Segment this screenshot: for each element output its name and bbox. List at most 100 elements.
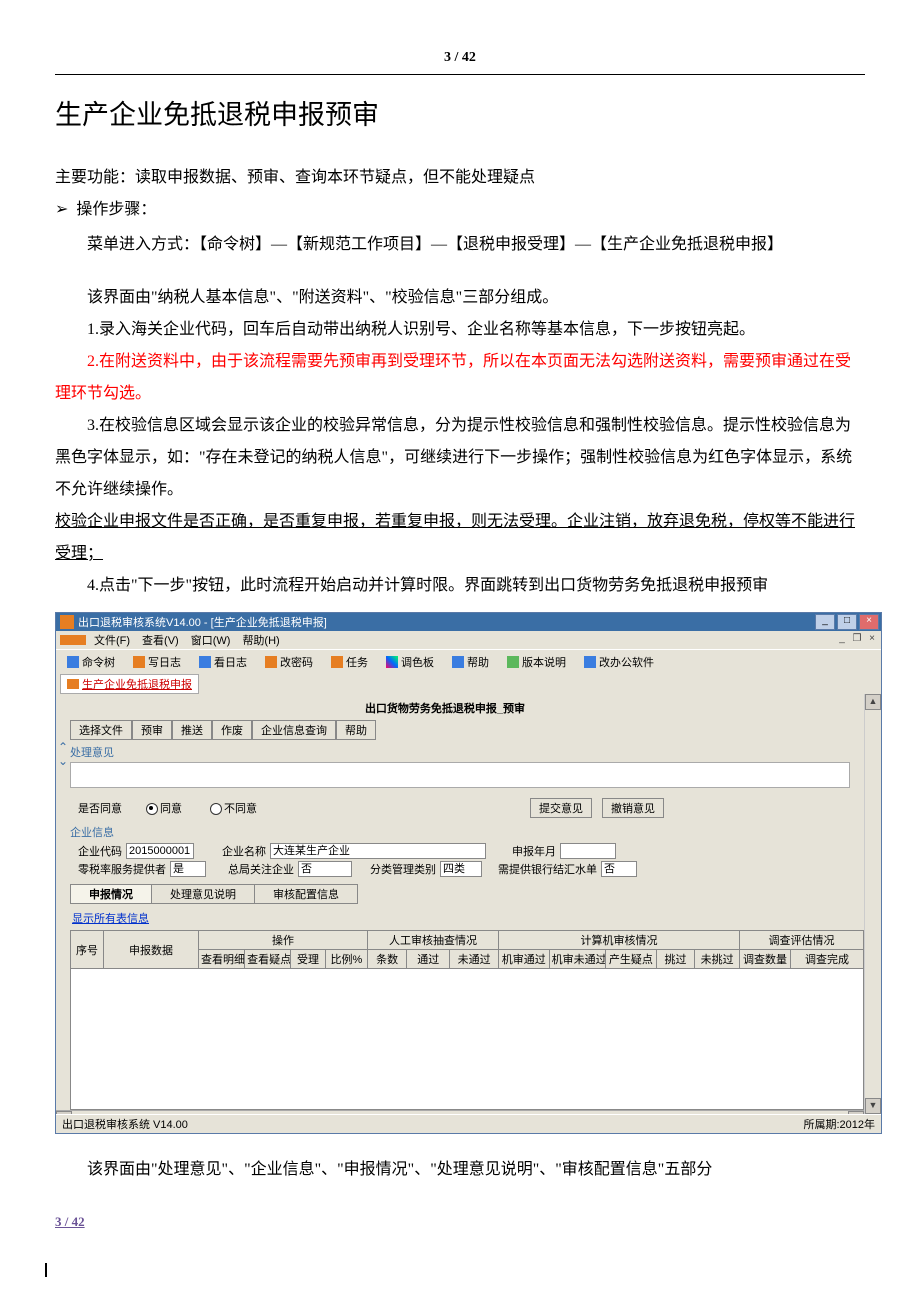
scroll-left-button[interactable]: ◄ xyxy=(56,1111,72,1114)
toolbar-write-log[interactable]: 写日志 xyxy=(126,651,188,673)
collapse-toggle-icon[interactable]: ⌃⌄ xyxy=(58,740,68,768)
steps-bullet: ➢ 操作步骤： xyxy=(55,194,865,226)
paragraph-3-warning: 2.在附送资料中，由于该流程需要先预审再到受理环节，所以在本页面无法勾选附送资料… xyxy=(55,346,865,410)
btn-enterprise-query[interactable]: 企业信息查询 xyxy=(252,720,336,740)
statusbar-right: 所属期:2012年 xyxy=(803,1116,875,1132)
section-enterprise-label: 企业信息 xyxy=(56,824,864,842)
vertical-scrollbar[interactable]: ▲ ▼ xyxy=(864,694,881,1114)
horizontal-rule xyxy=(55,74,865,75)
menu-file[interactable]: 文件(F) xyxy=(88,632,136,648)
link-show-all-tables[interactable]: 显示所有表信息 xyxy=(56,904,149,930)
toolbar-change-password[interactable]: 改密码 xyxy=(258,651,320,673)
menu-view[interactable]: 查看(V) xyxy=(136,632,185,648)
window-titlebar: 出口退税审核系统V14.00 - [生产企业免抵退税申报] _ □ × xyxy=(56,613,881,631)
paragraph-4: 3.在校验信息区域会显示该企业的校验异常信息，分为提示性校验信息和强制性校验信息… xyxy=(55,410,865,506)
section-opinion-label: 处理意见 xyxy=(56,740,864,762)
subtab-report[interactable]: 申报情况 xyxy=(70,884,152,904)
input-period[interactable] xyxy=(560,843,616,859)
agree-label: 是否同意 xyxy=(78,800,122,816)
grid-header: 序号 申报数据 操作 查看明细 查看疑点 受理 比例% 人工审核抽查情况 xyxy=(70,930,864,969)
input-hq-focus: 否 xyxy=(298,861,352,877)
app-screenshot: 出口退税审核系统V14.00 - [生产企业免抵退税申报] _ □ × 文件(F… xyxy=(55,612,882,1134)
scroll-down-button[interactable]: ▼ xyxy=(865,1098,881,1114)
work-area: 出口货物劳务免抵退税申报_预审 选择文件 预审 推送 作废 企业信息查询 帮助 … xyxy=(56,694,881,1114)
label-hq-focus: 总局关注企业 xyxy=(228,861,294,877)
grid-body xyxy=(70,969,864,1110)
toolbar-palette[interactable]: 调色板 xyxy=(379,651,441,673)
task-icon xyxy=(331,656,343,668)
mdi-minimize-button[interactable]: _ xyxy=(835,633,849,645)
label-class: 分类管理类别 xyxy=(370,861,436,877)
col-seq: 序号 xyxy=(71,931,104,968)
toolbar-tasks[interactable]: 任务 xyxy=(324,651,375,673)
heading-1: 生产企业免抵退税申报预审 xyxy=(55,93,865,132)
tail-paragraph: 该界面由"处理意见"、"企业信息"、"申报情况"、"处理意见说明"、"审核配置信… xyxy=(55,1154,865,1186)
toolbar-view-log[interactable]: 看日志 xyxy=(192,651,254,673)
menu-window[interactable]: 窗口(W) xyxy=(185,632,237,648)
btn-help[interactable]: 帮助 xyxy=(336,720,376,740)
statusbar: 出口退税审核系统 V14.00 所属期:2012年 xyxy=(56,1114,881,1133)
intro-paragraph: 主要功能：读取申报数据、预审、查询本环节疑点，但不能处理疑点 xyxy=(55,162,865,194)
tree-icon xyxy=(67,656,79,668)
chevron-right-icon: ➢ xyxy=(55,194,76,226)
pencil-icon xyxy=(133,656,145,668)
toolbar-help[interactable]: 帮助 xyxy=(445,651,496,673)
opinion-textarea[interactable] xyxy=(70,762,850,788)
input-ent-name[interactable]: 大连某生产企业 xyxy=(270,843,486,859)
input-ent-code[interactable]: 2015000001 xyxy=(126,843,194,859)
label-period: 申报年月 xyxy=(512,843,556,859)
input-bank-slip: 否 xyxy=(601,861,637,877)
page-number-top: 3 / 42 xyxy=(55,50,865,66)
btn-void[interactable]: 作废 xyxy=(212,720,252,740)
paragraph-6: 4.点击"下一步"按钮，此时流程开始启动并计算时限。界面跳转到出口货物劳务免抵退… xyxy=(55,570,865,602)
doc-icon xyxy=(199,656,211,668)
label-bank-slip: 需提供银行结汇水单 xyxy=(498,861,597,877)
document-tabbar: 生产企业免抵退税申报 xyxy=(56,674,881,694)
col-report-data: 申报数据 xyxy=(104,931,199,968)
scroll-up-button[interactable]: ▲ xyxy=(865,694,881,710)
btn-submit-opinion[interactable]: 提交意见 xyxy=(530,798,592,818)
page-number-bottom: 3 / 42 xyxy=(55,1214,865,1230)
app-icon xyxy=(60,615,74,629)
btn-select-file[interactable]: 选择文件 xyxy=(70,720,132,740)
menu-help[interactable]: 帮助(H) xyxy=(236,632,285,648)
horizontal-scrollbar[interactable]: ◄ ► xyxy=(56,1110,864,1114)
menubar-icon xyxy=(60,635,86,645)
window-minimize-button[interactable]: _ xyxy=(815,614,835,630)
colgroup-manual-audit: 人工审核抽查情况 xyxy=(368,931,498,950)
palette-icon xyxy=(386,656,398,668)
document-tab[interactable]: 生产企业免抵退税申报 xyxy=(60,674,199,694)
mdi-restore-button[interactable]: ❐ xyxy=(850,633,864,645)
btn-preaudit[interactable]: 预审 xyxy=(132,720,172,740)
toolbar-change-office[interactable]: 改办公软件 xyxy=(577,651,661,673)
colgroup-computer-audit: 计算机审核情况 xyxy=(499,931,739,950)
window-close-button[interactable]: × xyxy=(859,614,879,630)
key-icon xyxy=(265,656,277,668)
radio-disagree[interactable] xyxy=(210,803,222,815)
tab-icon xyxy=(67,679,79,689)
btn-withdraw-opinion[interactable]: 撤销意见 xyxy=(602,798,664,818)
toolbar-command-tree[interactable]: 命令树 xyxy=(60,651,122,673)
subtab-strip: 申报情况 处理意见说明 审核配置信息 xyxy=(70,884,864,904)
revision-mark xyxy=(45,1263,47,1277)
paragraph-2: 1.录入海关企业代码，回车后自动带出纳税人识别号、企业名称等基本信息，下一步按钮… xyxy=(55,314,865,346)
mdi-close-button[interactable]: × xyxy=(865,633,879,645)
steps-label: 操作步骤： xyxy=(76,194,156,226)
input-class: 四类 xyxy=(440,861,482,877)
radio-agree[interactable] xyxy=(146,803,158,815)
window-title: 出口退税审核系统V14.00 - [生产企业免抵退税申报] xyxy=(78,614,327,630)
version-icon xyxy=(507,656,519,668)
menubar: 文件(F) 查看(V) 窗口(W) 帮助(H) _ ❐ × xyxy=(56,631,881,649)
colgroup-investigation: 调查评估情况 xyxy=(740,931,863,950)
subtab-audit-config[interactable]: 审核配置信息 xyxy=(254,884,358,904)
help-icon xyxy=(452,656,464,668)
paragraph-1: 该界面由"纳税人基本信息"、"附送资料"、"校验信息"三部分组成。 xyxy=(55,282,865,314)
btn-push[interactable]: 推送 xyxy=(172,720,212,740)
scroll-right-button[interactable]: ► xyxy=(848,1111,864,1114)
window-maximize-button[interactable]: □ xyxy=(837,614,857,630)
toolbar-version[interactable]: 版本说明 xyxy=(500,651,573,673)
label-zero-rate: 零税率服务提供者 xyxy=(78,861,166,877)
colgroup-ops: 操作 xyxy=(199,931,367,950)
subtab-opinion-explain[interactable]: 处理意见说明 xyxy=(151,884,255,904)
menu-path: 菜单进入方式：【命令树】—【新规范工作项目】—【退税申报受理】—【生产企业免抵退… xyxy=(55,226,865,264)
